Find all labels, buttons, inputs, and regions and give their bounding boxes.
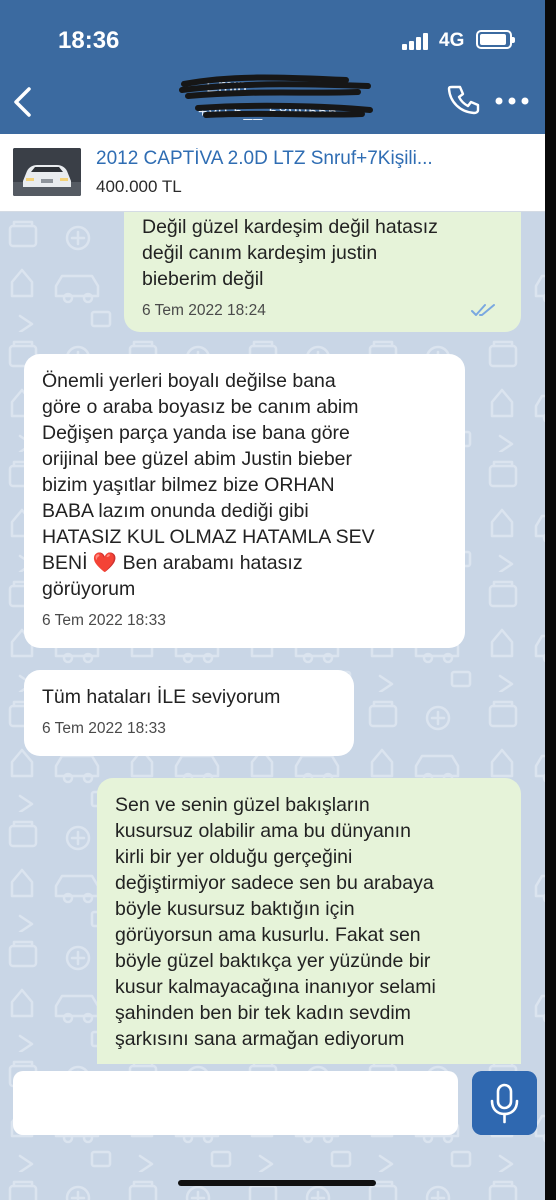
more-button[interactable] bbox=[494, 86, 530, 116]
phone-icon bbox=[447, 85, 480, 115]
listing-price: 400.000 TL bbox=[96, 177, 182, 196]
chevron-left-icon bbox=[14, 87, 31, 117]
message-text: Tüm hataları İLE seviyorum bbox=[42, 686, 281, 708]
message-bubble-outgoing[interactable]: Değil güzel kardeşim değil hatasız değil… bbox=[124, 212, 521, 332]
home-indicator bbox=[178, 1180, 376, 1186]
chat-screen: 18:36 4G Emin +90 5__ 5899556 2012 CAPTİ… bbox=[0, 0, 545, 1200]
message-bubble-outgoing[interactable]: Sen ve senin güzel bakışların kusursuz o… bbox=[97, 778, 521, 1064]
screen-edge bbox=[545, 0, 556, 1200]
message-bubble-incoming[interactable]: Önemli yerleri boyalı değilse bana göre … bbox=[24, 354, 465, 648]
listing-title[interactable]: 2012 CAPTİVA 2.0D LTZ Snruf+7Kişili... bbox=[96, 148, 536, 170]
mic-button[interactable] bbox=[472, 1071, 537, 1135]
more-horizontal-icon bbox=[495, 97, 529, 105]
call-button[interactable] bbox=[446, 84, 482, 116]
message-text: Değil güzel kardeşim değil hatasız değil… bbox=[142, 216, 438, 290]
message-time: 6 Tem 2022 18:33 bbox=[42, 720, 166, 737]
status-bar: 18:36 4G bbox=[0, 0, 545, 70]
network-type: 4G bbox=[439, 30, 465, 51]
message-list[interactable]: Değil güzel kardeşim değil hatasız değil… bbox=[0, 212, 545, 1064]
message-time: 6 Tem 2022 18:24 bbox=[142, 302, 266, 319]
back-button[interactable] bbox=[4, 82, 44, 122]
signal-icon bbox=[402, 32, 432, 50]
message-input[interactable] bbox=[13, 1071, 458, 1135]
message-bubble-incoming[interactable]: Tüm hataları İLE seviyorum 6 Tem 2022 18… bbox=[24, 670, 354, 756]
chat-header: 18:36 4G Emin +90 5__ 5899556 bbox=[0, 0, 545, 134]
message-text: Sen ve senin güzel bakışların kusursuz o… bbox=[115, 794, 436, 1050]
redaction-scribble bbox=[179, 74, 373, 118]
listing-thumbnail bbox=[13, 148, 81, 196]
listing-card[interactable]: 2012 CAPTİVA 2.0D LTZ Snruf+7Kişili... 4… bbox=[0, 134, 545, 212]
read-receipt-icon bbox=[471, 304, 495, 316]
battery-icon bbox=[476, 30, 515, 49]
message-text: Önemli yerleri boyalı değilse bana göre … bbox=[42, 370, 375, 600]
status-time: 18:36 bbox=[58, 27, 120, 54]
message-time: 6 Tem 2022 18:33 bbox=[42, 612, 166, 629]
